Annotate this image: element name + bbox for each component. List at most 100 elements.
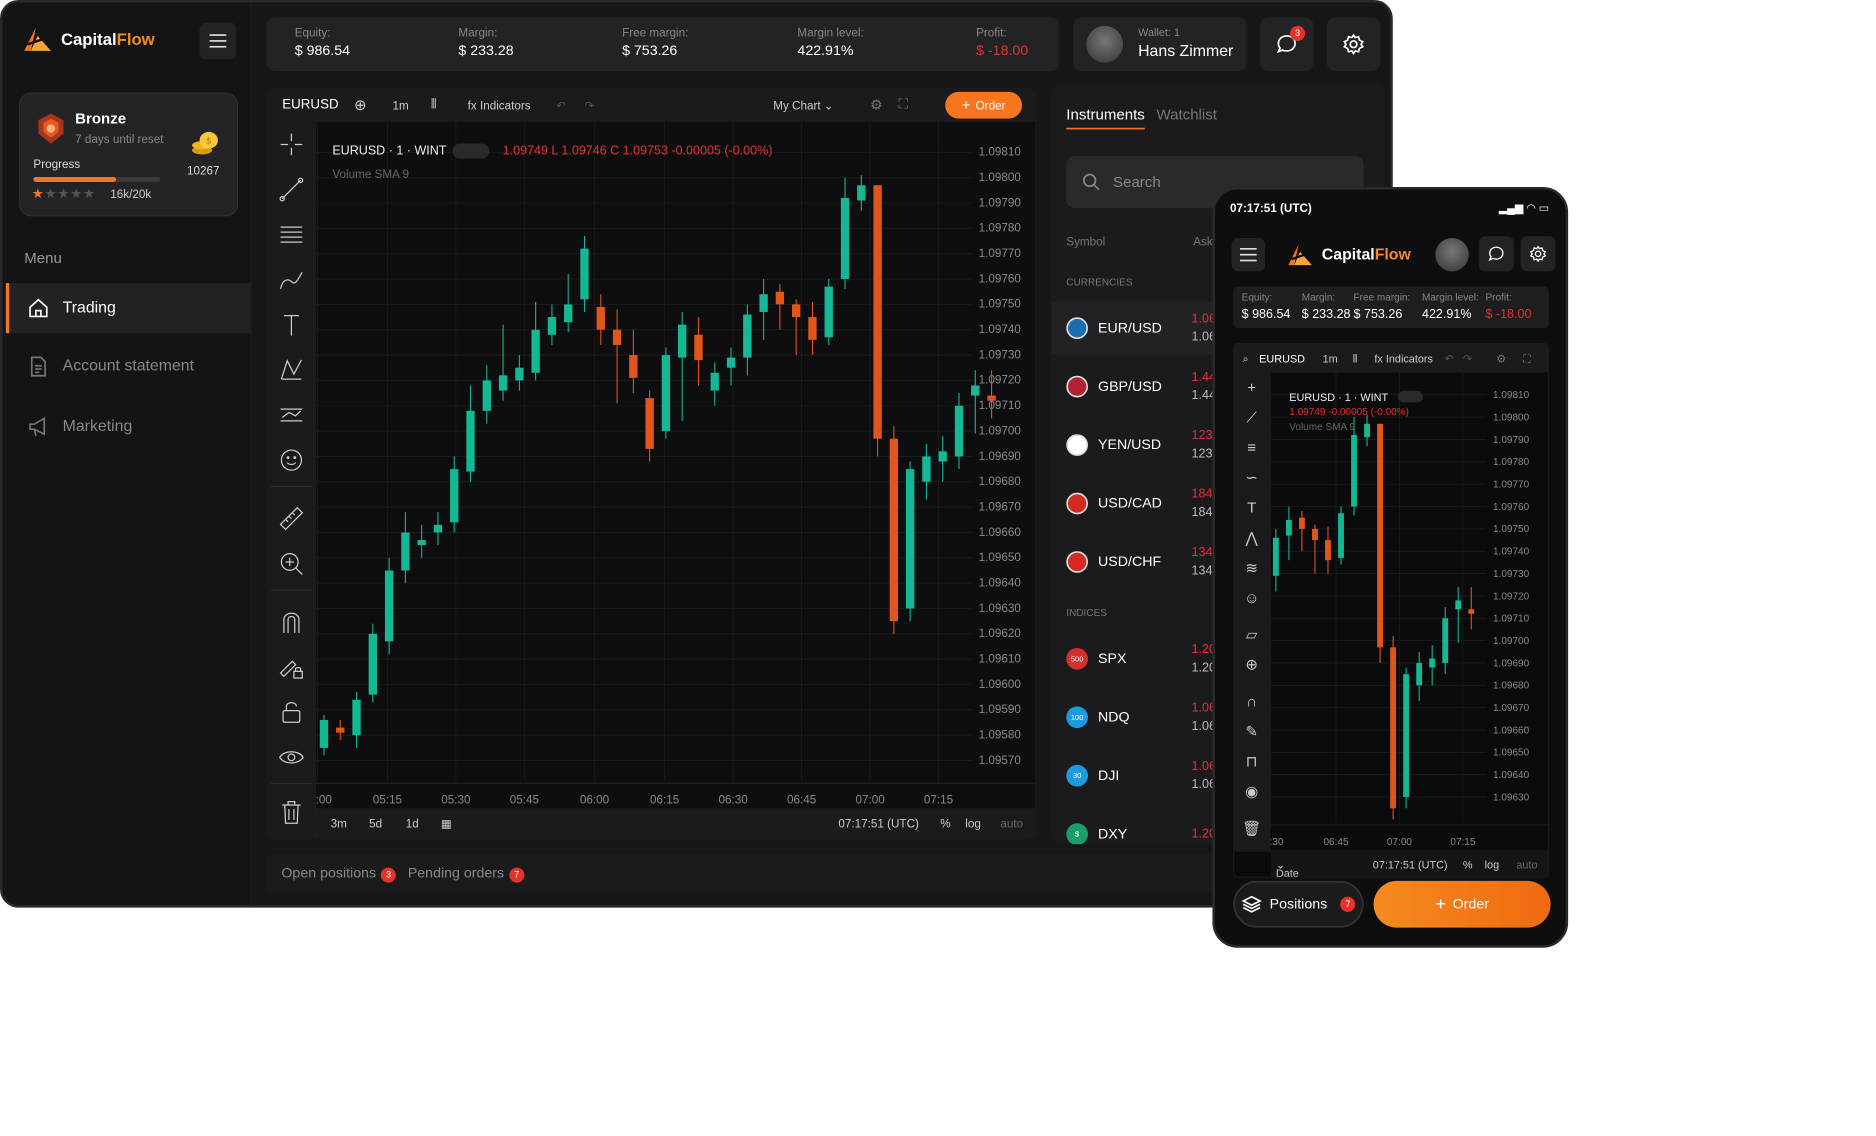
auto-toggle[interactable]: auto bbox=[1516, 858, 1537, 871]
tab-open-positions[interactable]: Open positions 3 bbox=[281, 865, 397, 883]
chart-symbol[interactable]: EURUSD bbox=[282, 98, 338, 113]
visibility-toggle[interactable] bbox=[452, 143, 490, 159]
eye-icon[interactable] bbox=[277, 743, 305, 771]
candlestick-chart[interactable]: 1.09570 1.09580 1.09590 1.09600 1.09610 1.096… bbox=[315, 121, 1037, 808]
hamburger-menu-button[interactable] bbox=[1231, 237, 1266, 272]
lock-drawing-icon[interactable]: ✎ bbox=[1241, 723, 1263, 745]
crosshair-icon[interactable]: + bbox=[1241, 379, 1263, 401]
trash-icon[interactable]: 🗑 bbox=[1241, 820, 1263, 842]
search-icon[interactable]: ⌕ bbox=[1242, 352, 1248, 365]
app-logo[interactable]: CapitalFlow bbox=[23, 26, 155, 54]
ruler-icon[interactable] bbox=[277, 504, 305, 532]
fib-lines-icon[interactable]: ≡ bbox=[1241, 439, 1263, 461]
tab-watchlist[interactable]: Watchlist bbox=[1157, 106, 1217, 123]
unlock-icon[interactable] bbox=[277, 698, 305, 726]
column-symbol: Symbol bbox=[1066, 234, 1106, 248]
settings-button[interactable] bbox=[1520, 236, 1556, 272]
instrument-symbol: USD/CAD bbox=[1098, 495, 1162, 512]
chat-button[interactable]: 3 bbox=[1260, 17, 1314, 71]
pattern-icon[interactable] bbox=[277, 356, 305, 384]
trendline-icon[interactable] bbox=[277, 175, 305, 203]
add-symbol-icon[interactable]: ⊕ bbox=[354, 96, 367, 114]
trash-icon[interactable] bbox=[277, 798, 305, 826]
fib-lines-icon[interactable] bbox=[277, 220, 305, 248]
avatar[interactable] bbox=[1435, 237, 1469, 272]
tab-pending-orders[interactable]: Pending orders 7 bbox=[408, 865, 525, 883]
calendar-icon[interactable]: ▦ bbox=[441, 817, 452, 831]
tab-instruments[interactable]: Instruments bbox=[1066, 106, 1145, 130]
chart-panel: EURUSD ⊕ 1m ⫴ fx Indicators ↶ ↷ My Chart… bbox=[266, 87, 1037, 840]
candle-body bbox=[1364, 423, 1370, 438]
app-logo[interactable]: CapitalFlow bbox=[1287, 243, 1411, 268]
candle-body bbox=[645, 398, 654, 449]
layout-select[interactable]: My Chart ⌄ bbox=[773, 98, 833, 112]
log-toggle[interactable]: log bbox=[1485, 858, 1499, 871]
mobile-candlestick-chart[interactable]: 1.09630 1.09640 1.09650 1.09660 1.09670 1.096… bbox=[1270, 372, 1549, 850]
candle-type-icon[interactable]: ⫴ bbox=[1353, 352, 1358, 365]
ruler-icon[interactable]: ▱ bbox=[1241, 626, 1263, 648]
magnet-icon[interactable] bbox=[277, 608, 305, 636]
chart-settings-icon[interactable]: ⚙ bbox=[1496, 352, 1506, 365]
auto-toggle[interactable]: auto bbox=[1000, 817, 1023, 830]
nav-marketing[interactable]: Marketing bbox=[6, 402, 251, 452]
projection-icon[interactable]: ≋ bbox=[1241, 559, 1263, 581]
nav-trading[interactable]: Trading bbox=[5, 283, 252, 334]
y-tick-label: 1.09730 bbox=[1493, 569, 1530, 580]
chart-symbol[interactable]: EURUSD bbox=[1259, 352, 1305, 365]
interval-select[interactable]: 1m bbox=[1323, 352, 1338, 365]
rank-card[interactable]: Bronze 7 days until reset Progress ★★★★★… bbox=[19, 92, 238, 217]
date-range-select[interactable]: Date range ⌄ bbox=[1276, 858, 1299, 876]
hamburger-menu-button[interactable] bbox=[199, 22, 237, 60]
nav-label: Marketing bbox=[62, 417, 133, 436]
candle-type-icon[interactable]: ⫴ bbox=[431, 98, 437, 113]
indicators-button[interactable]: fx Indicators bbox=[468, 99, 531, 112]
percent-toggle[interactable]: % bbox=[1463, 858, 1473, 871]
zoom-in-icon[interactable]: ⊕ bbox=[1241, 656, 1263, 678]
undo-icon[interactable]: ↶ bbox=[1445, 352, 1454, 365]
chat-button[interactable] bbox=[1478, 236, 1514, 272]
candle-body bbox=[759, 294, 768, 312]
magnet-icon[interactable]: ∩ bbox=[1241, 693, 1263, 715]
crosshair-icon[interactable] bbox=[277, 130, 305, 158]
order-button[interactable]: + Order bbox=[945, 91, 1023, 119]
emoji-icon[interactable]: ☺ bbox=[1241, 590, 1263, 612]
range-1d[interactable]: 1d bbox=[406, 817, 419, 830]
rank-reset: 7 days until reset bbox=[75, 131, 164, 146]
brush-icon[interactable]: ∽ bbox=[1241, 469, 1263, 491]
fullscreen-icon[interactable]: ⛶ bbox=[898, 98, 907, 113]
redo-icon[interactable]: ↷ bbox=[1463, 352, 1472, 365]
order-button[interactable]: + Order bbox=[1373, 880, 1551, 928]
range-5d[interactable]: 5d bbox=[369, 817, 382, 830]
zoom-in-icon[interactable] bbox=[277, 549, 305, 577]
mobile-device: 07:17:51 (UTC) ▂▄▆ ◠ ▭ CapitalFlow Equit… bbox=[1212, 187, 1569, 948]
fullscreen-icon[interactable]: ⛶ bbox=[1523, 352, 1531, 365]
emoji-icon[interactable] bbox=[277, 446, 305, 474]
indicators-button[interactable]: fx Indicators bbox=[1374, 352, 1433, 365]
chart-settings-icon[interactable]: ⚙ bbox=[870, 97, 883, 114]
y-tick-label: 1.09730 bbox=[979, 348, 1022, 361]
chart-clock: 07:17:51 (UTC) bbox=[838, 816, 919, 830]
unlock-icon[interactable]: ⊓ bbox=[1241, 753, 1263, 775]
text-icon[interactable]: T bbox=[1241, 499, 1263, 521]
trendline-icon[interactable]: ⟋ bbox=[1241, 409, 1263, 431]
eye-icon[interactable]: ◉ bbox=[1241, 783, 1263, 805]
log-toggle[interactable]: log bbox=[965, 817, 981, 830]
lock-drawing-icon[interactable] bbox=[277, 653, 305, 681]
visibility-toggle[interactable] bbox=[1397, 390, 1423, 403]
wallet-card[interactable]: Wallet: 1 Hans Zimmer bbox=[1072, 17, 1247, 71]
redo-icon[interactable]: ↷ bbox=[585, 98, 595, 112]
nav-account-statement[interactable]: Account statement bbox=[6, 342, 251, 392]
positions-button[interactable]: Positions 7 bbox=[1233, 880, 1364, 928]
notification-badge: 3 bbox=[1290, 25, 1306, 41]
text-icon[interactable] bbox=[277, 311, 305, 339]
settings-button[interactable] bbox=[1326, 17, 1381, 71]
undo-icon[interactable]: ↶ bbox=[556, 98, 566, 112]
pattern-icon[interactable]: ⋀ bbox=[1241, 529, 1263, 551]
projection-icon[interactable] bbox=[277, 401, 305, 429]
range-3m[interactable]: 3m bbox=[331, 817, 347, 830]
brush-icon[interactable] bbox=[277, 266, 305, 294]
candle-body bbox=[515, 367, 524, 381]
mobile-chart-bottom: Date range ⌄ 07:17:51 (UTC) % log auto bbox=[1270, 850, 1549, 877]
interval-select[interactable]: 1m bbox=[392, 99, 408, 112]
percent-toggle[interactable]: % bbox=[940, 817, 950, 830]
